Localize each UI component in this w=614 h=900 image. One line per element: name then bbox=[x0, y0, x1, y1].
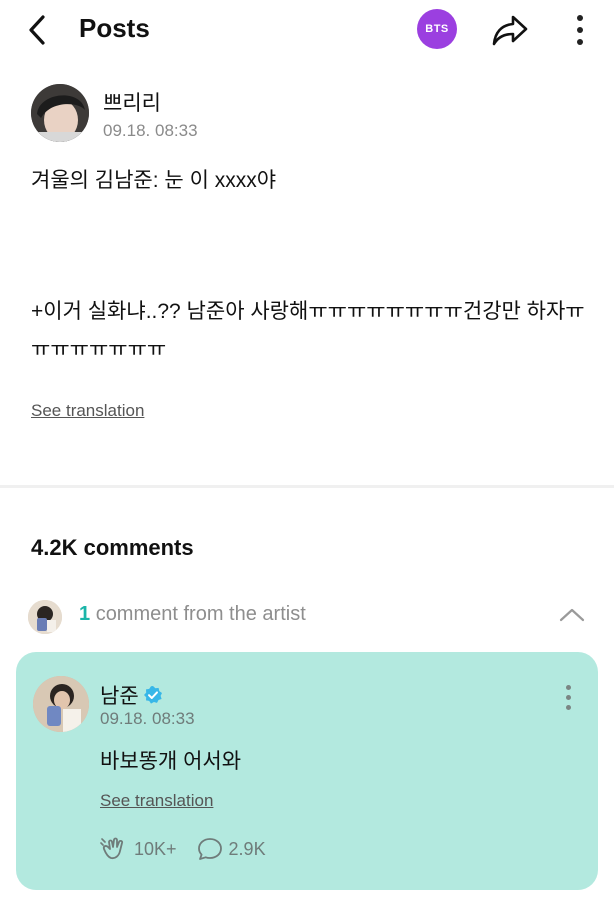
artist-mini-avatar bbox=[28, 600, 62, 634]
artist-comments-toggle[interactable]: 1 comment from the artist bbox=[0, 594, 614, 638]
artist-comment-more-button[interactable] bbox=[558, 682, 578, 712]
post-see-translation-link[interactable]: See translation bbox=[31, 401, 144, 421]
chevron-up-icon bbox=[559, 608, 585, 622]
bts-community-badge[interactable]: BTS bbox=[417, 9, 457, 49]
post-text-line-1: 겨울의 김남준: 눈 이 xxxx야 bbox=[31, 169, 277, 192]
page-title: Posts bbox=[79, 13, 150, 43]
reply-button[interactable]: 2.9K bbox=[197, 837, 266, 861]
like-button[interactable]: 10K+ bbox=[100, 837, 177, 861]
artist-comment-actions: 10K+ 2.9K bbox=[100, 837, 266, 861]
more-vertical-icon bbox=[565, 684, 571, 690]
artist-comment-label: comment from the artist bbox=[95, 603, 306, 625]
artist-see-translation-link[interactable]: See translation bbox=[100, 791, 213, 811]
hand-wave-like-icon bbox=[100, 837, 124, 860]
reply-count: 2.9K bbox=[228, 838, 266, 859]
artist-comment-card: 남준 09.18. 08:33 바보똥개 어서와 See translation… bbox=[16, 652, 598, 890]
section-divider bbox=[0, 485, 614, 488]
post-timestamp: 09.18. 08:33 bbox=[103, 121, 198, 140]
author-avatar-image bbox=[31, 84, 89, 142]
artist-avatar[interactable] bbox=[33, 676, 89, 732]
author-avatar[interactable] bbox=[31, 84, 89, 142]
collapse-button[interactable] bbox=[557, 600, 587, 630]
share-icon bbox=[492, 15, 528, 46]
top-app-bar: Posts BTS bbox=[0, 0, 614, 60]
chevron-left-icon bbox=[29, 15, 45, 45]
more-vertical-icon bbox=[577, 15, 583, 21]
more-options-button[interactable] bbox=[566, 12, 594, 48]
artist-name[interactable]: 남준 bbox=[100, 680, 139, 710]
post-text-line-2: +이거 실화냐..?? 남준아 사랑해ㅠㅠㅠㅠㅠㅠㅠㅠ건강만 하자ㅠㅠㅠㅠㅠㅠㅠ… bbox=[31, 300, 585, 361]
comments-count: 4.2K comments bbox=[31, 535, 194, 560]
author-name[interactable]: 쁘리리 bbox=[103, 87, 161, 117]
artist-comment-timestamp: 09.18. 08:33 bbox=[100, 709, 195, 728]
comment-bubble-icon bbox=[197, 838, 222, 860]
verified-badge-icon bbox=[143, 686, 162, 704]
artist-comment-count: 1 bbox=[79, 603, 91, 625]
share-button[interactable] bbox=[490, 11, 530, 49]
artist-name-row: 남준 bbox=[100, 680, 163, 710]
like-count: 10K+ bbox=[134, 838, 177, 859]
artist-comment-summary: 1 comment from the artist bbox=[79, 603, 306, 626]
back-button[interactable] bbox=[22, 12, 52, 48]
artist-comment-text: 바보똥개 어서와 bbox=[100, 750, 242, 773]
